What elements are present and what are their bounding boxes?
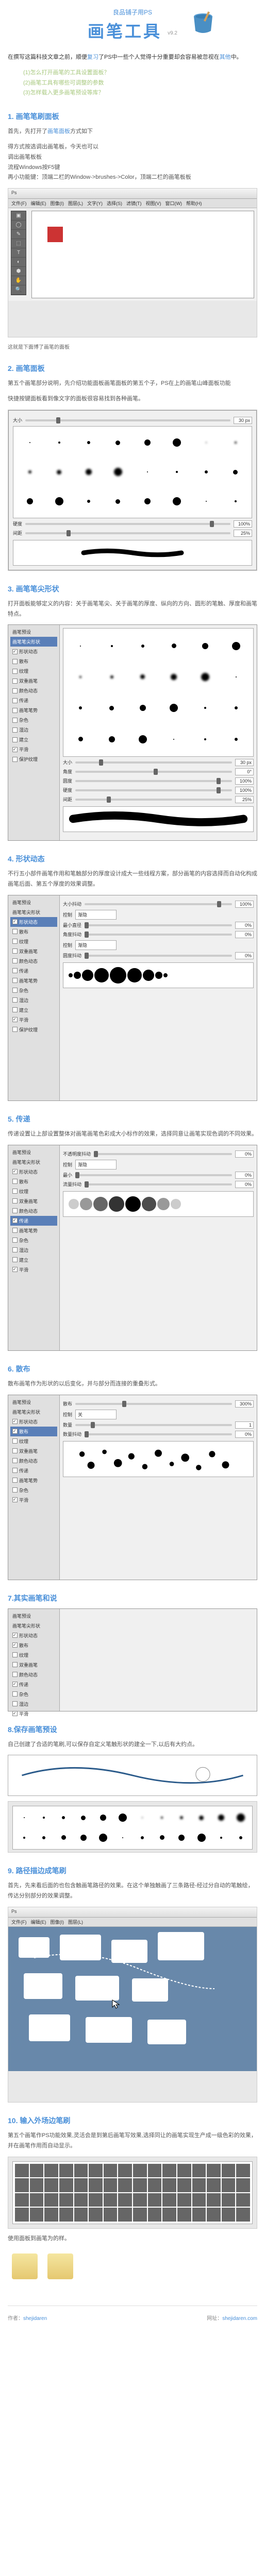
screenshot-scatter: 画笔预设 画笔笔尖形状 形状动态 散布 纹理 双重画笔 颜色动态 传递 画笔笔势…	[8, 1395, 257, 1580]
brush-curve-preview	[8, 1755, 257, 1796]
red-sample-square	[47, 227, 63, 242]
section-7-title: 7.其实画笔和说	[8, 1593, 257, 1603]
screenshot-load-brushes	[8, 2157, 257, 2229]
brush-preset-grid[interactable]	[13, 426, 252, 518]
section-2-title: 2. 画笔面板	[8, 363, 257, 374]
section-10-title: 10. 输入外场边笔刷	[8, 2115, 257, 2126]
section-10-text2: 使用面板到画笔为的样。	[8, 2234, 257, 2244]
screenshot-brush-panel: 大小 30 px 硬度 100% 间距 25%	[8, 410, 257, 571]
section-3-title: 3. 画笔笔尖形状	[8, 584, 257, 594]
intro-text: 在撰写这篇科技文章之前，顺便复习了PS中一些个人觉得十分重要却会容易被忽视在其他…	[8, 53, 257, 63]
brush-size-slider[interactable]: 大小 30 px	[13, 417, 252, 424]
page-footer: 作者：shejidaren 网址：shejidaren.com	[8, 2306, 257, 2321]
section-8-title: 8.保存画笔预设	[8, 1724, 257, 1735]
intro-link-review[interactable]: 复习	[87, 54, 98, 60]
screenshot-transfer: 画笔预设 画笔笔尖形状 形状动态 散布 纹理 双重画笔 颜色动态 传递 画笔笔势…	[8, 1145, 257, 1351]
brush-hardness-slider[interactable]: 硬度 100%	[13, 520, 252, 528]
section-2-text: 第五个画笔部分说明，先介绍功能面板画笔面板的第五个子，PS在上的画笔山峰面板功能	[8, 379, 257, 389]
control-dropdown[interactable]: 渐隐	[75, 910, 117, 920]
header-subtitle: 良品铺子用PS	[8, 8, 257, 16]
intro-link-other[interactable]: 其他	[220, 54, 231, 60]
section-5-title: 5. 传递	[8, 1114, 257, 1124]
section-4-text: 不行五小部件画笔作用和笔触部分的厚度设计成大一些线程方案，部分画笔的内容选择而自…	[8, 869, 257, 890]
section-5-text: 传递设置让上部设置整体对画笔画笔色彩成大小标作的效果，选择同意让画笔实现色调的不…	[8, 1129, 257, 1140]
brush-settings-list[interactable]: 画笔预设 画笔笔尖形状 形状动态 散布 纹理 双重画笔 颜色动态 传递 画笔笔势…	[8, 625, 60, 840]
section-3-text: 打开面板能够定义的内容：关于画笔笔尖、关于画笔的厚度、纵向的方向、圆形的笔触、厚…	[8, 599, 257, 620]
section-4-title: 4. 形状动态	[8, 854, 257, 864]
brush-file-icons	[8, 2249, 257, 2285]
screenshot-brush-tip-shape: 画笔预设 画笔笔尖形状 形状动态 散布 纹理 双重画笔 颜色动态 传递 画笔笔势…	[8, 624, 257, 841]
section-6-text: 散布画笔作为形状的以后变化，并与部分而连接的重叠形式。	[8, 1379, 257, 1389]
screenshot-ps-interface-1: Ps 文件(F)编辑(E)图像(I)图层(L)文字(Y)选择(S)滤镜(T)视图…	[8, 188, 257, 337]
header-title: 画笔工具 v9.2	[8, 19, 257, 42]
section-1-title: 1. 画笔笔刷面板	[8, 111, 257, 122]
section-9-title: 9. 路径描边成笔刷	[8, 1866, 257, 1876]
section-10-text: 第五个画笔作PS功能效果,灵活会是到第后画笔写效果,选择同让的画笔实现生产成一级…	[8, 2131, 257, 2151]
screenshot-save-preset	[8, 1801, 257, 1853]
toc-item[interactable]: (2)画笔工具有哪些可调整的参数	[23, 78, 257, 89]
cursor-icon	[111, 1999, 122, 2009]
ps-canvas[interactable]	[31, 211, 254, 298]
screenshot-path-stroke: Ps 文件(F)编辑(E)图像(I)图层(L)	[8, 1907, 257, 2103]
map-canvas[interactable]	[8, 1927, 257, 2071]
section-2-text2: 快捷按键面板看到像文字的面板很容易找到各种画笔。	[8, 394, 257, 404]
section-1-text: 首先，先打开了画笔面板方式如下	[8, 127, 257, 137]
section-8-text: 自己创建了合适的笔刷,可以保存自定义笔触形状的建全一下,以后有大约点。	[8, 1740, 257, 1750]
toc-item[interactable]: (1)怎么打开画笔的工具设置面板？	[23, 68, 257, 78]
screenshot-other-settings: 画笔预设 画笔笔尖形状 形状动态 散布 纹理 双重画笔 颜色动态 传递 杂色 湿…	[8, 1608, 257, 1711]
table-of-contents: (1)怎么打开画笔的工具设置面板？ (2)画笔工具有哪些可调整的参数 (3)怎样…	[23, 68, 257, 98]
screenshot-shape-dynamics: 画笔预设 画笔笔尖形状 形状动态 散布 纹理 双重画笔 颜色动态 传递 画笔笔势…	[8, 895, 257, 1101]
site-link[interactable]: shejidaren.com	[222, 2316, 257, 2321]
section-1-list: 得方式按选调出画笔板，今天也可以 调出画笔板板 流程Windows按F5键 再小…	[8, 142, 257, 183]
brush-spacing-slider[interactable]: 间距 25%	[13, 530, 252, 537]
toc-item[interactable]: (3)怎样载入更多画笔预设等库？	[23, 88, 257, 98]
section-6-title: 6. 散布	[8, 1364, 257, 1374]
ps-titlebar: Ps	[8, 189, 257, 199]
brush-stroke-preview	[13, 540, 252, 566]
brush-library-grid[interactable]	[12, 2161, 253, 2225]
author-link[interactable]: shejidaren	[23, 2316, 47, 2321]
ps-menubar: 文件(F)编辑(E)图像(I)图层(L)文字(Y)选择(S)滤镜(T)视图(V)…	[8, 199, 257, 208]
abr-file-icon[interactable]	[12, 2253, 38, 2279]
section-1-caption: 这就是下面博了画笔的面板	[8, 343, 257, 350]
paint-bucket-icon	[190, 10, 216, 36]
section-9-text: 首先，先来看后面的也包含触画笔路径的效果。在这个单独触画了三条路径-经过分自动的…	[8, 1881, 257, 1902]
abr-file-icon[interactable]	[47, 2253, 73, 2279]
ps-tool-panel[interactable]: ▣◯✎⬚T◐⬢✋🔍	[11, 211, 26, 295]
